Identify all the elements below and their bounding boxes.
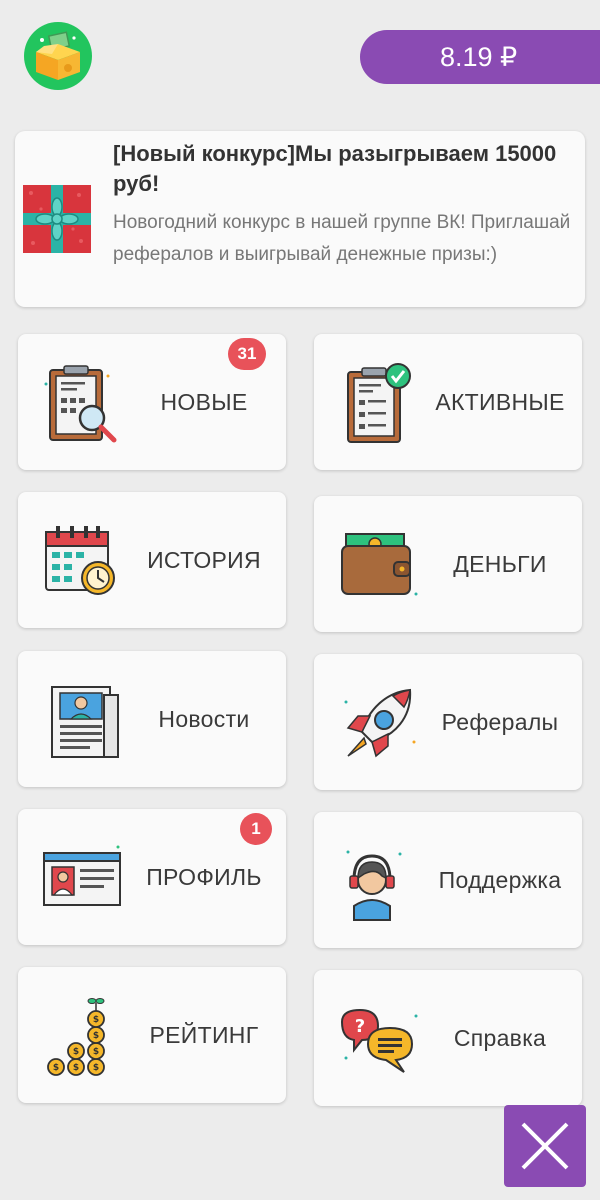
menu-tile-money[interactable]: ДЕНЬГИ [314, 496, 582, 632]
treasure-box-icon [36, 31, 80, 80]
svg-text:$: $ [93, 1031, 99, 1041]
menu-tile-label: Поддержка [438, 866, 562, 893]
menu-tile-label: ДЕНЬГИ [453, 550, 547, 577]
app-logo[interactable] [24, 22, 92, 90]
notification-badge: 31 [228, 338, 266, 370]
coins-stack-icon: $ $ $ $ $ $ $ [47, 998, 105, 1076]
svg-text:?: ? [355, 1016, 365, 1037]
svg-text:$: $ [93, 1063, 99, 1073]
close-button[interactable] [504, 1105, 586, 1187]
menu-tile-active[interactable]: АКТИВНЫЕ [314, 334, 582, 470]
clipboard-search-icon [44, 365, 117, 443]
menu-tile-label: Новости [158, 705, 250, 732]
balance-pill[interactable]: 8.19 ₽ [360, 30, 600, 84]
wallet-icon [341, 533, 418, 596]
menu-tile-profile[interactable]: ПРОФИЛЬ 1 [18, 809, 286, 945]
menu-tile-help[interactable]: ? Справка [314, 970, 582, 1106]
menu-tile-support[interactable]: Поддержка [314, 812, 582, 948]
menu-tile-label: Рефералы [441, 708, 559, 735]
chat-help-icon: ? [340, 1008, 418, 1073]
newspaper-icon [51, 686, 119, 758]
promo-text: Новогодний конкурс в нашей группе ВК! Пр… [113, 212, 571, 265]
menu-tile-label: ИСТОРИЯ [147, 546, 261, 573]
promo-title: [Новый конкурс]Мы разыгрываем 15000 руб! [113, 141, 557, 196]
svg-text:$: $ [53, 1063, 59, 1073]
promo-card[interactable]: [Новый конкурс]Мы разыгрываем 15000 руб!… [15, 131, 585, 307]
app-screen: 8.19 ₽ [Новый конкурс]Мы разыгрываем 150… [0, 0, 600, 1200]
menu-tile-label: Справка [453, 1024, 547, 1051]
close-icon [521, 1122, 569, 1170]
menu-tile-referrals[interactable]: Рефералы [314, 654, 582, 790]
support-agent-icon [346, 850, 402, 921]
id-card-icon [43, 845, 121, 906]
menu-tile-rating[interactable]: $ $ $ $ $ $ $ РЕЙТИНГ [18, 967, 286, 1103]
gift-icon [23, 185, 91, 253]
menu-tile-label: АКТИВНЫЕ [435, 388, 565, 415]
notification-badge: 1 [240, 813, 272, 845]
rocket-icon [344, 688, 416, 758]
menu-tile-new[interactable]: НОВЫЕ 31 [18, 334, 286, 470]
clipboard-check-icon [347, 363, 411, 443]
calendar-clock-icon [45, 526, 115, 595]
svg-text:$: $ [93, 1047, 99, 1057]
menu-tile-history[interactable]: ИСТОРИЯ [18, 492, 286, 628]
svg-text:$: $ [93, 1015, 99, 1025]
svg-text:$: $ [73, 1063, 79, 1073]
menu-tile-news[interactable]: Новости [18, 651, 286, 787]
svg-text:$: $ [73, 1047, 79, 1057]
menu-tile-label: РЕЙТИНГ [149, 1021, 259, 1048]
